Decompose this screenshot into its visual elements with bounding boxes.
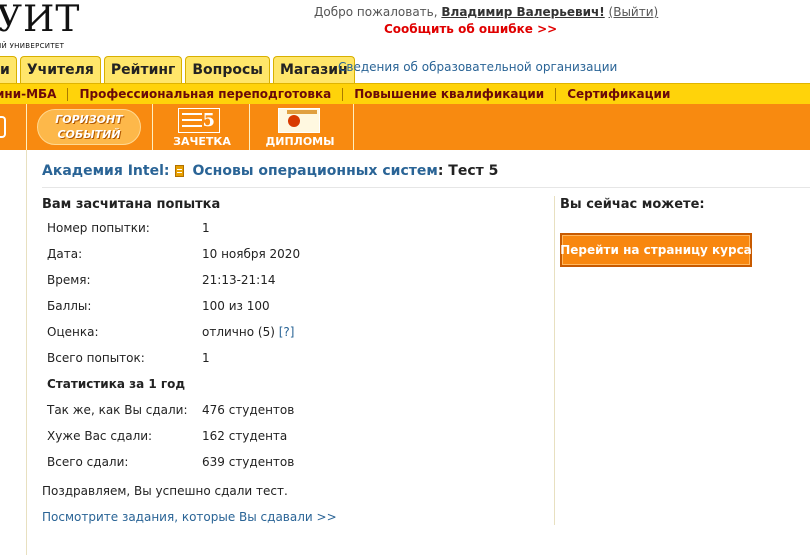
horizon-label-line2: СОБЫТИЙ (57, 128, 121, 141)
diplomas-button[interactable]: ДИПЛОМЫ (262, 104, 338, 150)
banner-divider (152, 104, 153, 150)
view-tasks-link[interactable]: Посмотрите задания, которые Вы сдавали >… (42, 510, 337, 524)
stats-key: Хуже Вас сдали: (47, 429, 153, 443)
subnav-item-retraining[interactable]: Профессиональная переподготовка (68, 87, 344, 101)
result-key: Время: (47, 273, 91, 287)
tab-teachers[interactable]: Учителя (19, 56, 101, 83)
logout-link[interactable]: (Выйти) (609, 5, 659, 19)
breadcrumb-course[interactable]: Основы операционных систем (192, 163, 437, 179)
breadcrumb-academy[interactable]: Академия Intel (42, 163, 164, 179)
left-border (26, 150, 27, 555)
gradebook-number: 5 (202, 110, 215, 131)
subnav-item-qualification[interactable]: Повышение квалификации (343, 87, 557, 101)
org-info-link[interactable]: Сведения об образовательной организации (338, 60, 617, 74)
column-divider (554, 196, 555, 525)
banner-divider (26, 104, 27, 150)
feature-banner: ГОРИЗОНТ СОБЫТИЙ 5 ЗАЧЕТКА ДИПЛОМЫ (0, 104, 810, 150)
grade-text: отлично (5) (202, 325, 275, 339)
gradebook-button[interactable]: 5 ЗАЧЕТКА (170, 104, 234, 150)
stats-value: 476 студентов (202, 403, 295, 417)
result-key: Номер попытки: (47, 221, 150, 235)
subnav-item-certification[interactable]: Сертификации (556, 87, 681, 101)
grade-help-link[interactable]: [?] (279, 325, 295, 339)
stats-value: 639 студентов (202, 455, 295, 469)
divider (42, 187, 810, 188)
result-value: 21:13-21:14 (202, 273, 276, 287)
banner-divider (353, 104, 354, 150)
tab-rating[interactable]: Рейтинг (103, 56, 183, 83)
result-key: Баллы: (47, 299, 92, 313)
result-key: Дата: (47, 247, 83, 261)
report-error-link[interactable]: Сообщить об ошибке >> (384, 22, 557, 36)
main-tabs: и Учителя Рейтинг Вопросы Магазин (0, 56, 358, 83)
stats-key: Всего сдали: (47, 455, 129, 469)
breadcrumb-separator: : (437, 163, 444, 179)
stats-title: Статистика за 1 год (47, 377, 186, 391)
go-to-course-button[interactable]: Перейти на страницу курса (560, 233, 752, 267)
subnav-item-mini-mba[interactable]: ини-МБА (0, 87, 69, 101)
result-value: 10 ноября 2020 (202, 247, 301, 261)
diploma-icon (278, 108, 320, 133)
sub-navigation: ини-МБА Профессиональная переподготовка … (0, 83, 810, 104)
stats-key: Так же, как Вы сдали: (47, 403, 188, 417)
stats-value: 162 студента (202, 429, 288, 443)
course-book-icon (175, 165, 185, 177)
result-value: 1 (202, 351, 210, 365)
result-value: 100 из 100 (202, 299, 270, 313)
congrats-message: Поздравляем, Вы успешно сдали тест. (42, 484, 288, 498)
partial-icon[interactable] (0, 116, 6, 138)
actions-title: Вы сейчас можете: (560, 197, 705, 212)
breadcrumb-test: Тест 5 (448, 163, 499, 179)
banner-divider (249, 104, 250, 150)
breadcrumb: Академия Intel: Основы операционных сист… (42, 163, 498, 179)
diplomas-label: ДИПЛОМЫ (265, 135, 335, 148)
result-value: 1 (202, 221, 210, 235)
welcome-message: Добро пожаловать, Владимир Валерьевич! (… (314, 5, 658, 19)
gradebook-icon: 5 (178, 108, 220, 133)
result-key: Всего попыток: (47, 351, 145, 365)
gradebook-label: ЗАЧЕТКА (173, 135, 231, 148)
site-logo[interactable]: УИТ ЙЙ УНИВЕРСИТЕТ (0, 0, 81, 51)
result-key: Оценка: (47, 325, 99, 339)
logo-subtitle: ЙЙ УНИВЕРСИТЕТ (0, 42, 65, 50)
horizon-label-line1: ГОРИЗОНТ (55, 113, 123, 126)
events-horizon-button[interactable]: ГОРИЗОНТ СОБЫТИЙ (37, 104, 141, 150)
tab-questions[interactable]: Вопросы (185, 56, 270, 83)
result-title: Вам засчитана попытка (42, 197, 221, 212)
tab-partial[interactable]: и (0, 56, 17, 83)
breadcrumb-separator: : (163, 163, 170, 179)
welcome-prefix: Добро пожаловать, (314, 5, 438, 19)
logo-text: УИТ (0, 0, 81, 40)
user-name-link[interactable]: Владимир Валерьевич! (441, 5, 604, 19)
grade-value: отлично (5) [?] (202, 325, 294, 339)
